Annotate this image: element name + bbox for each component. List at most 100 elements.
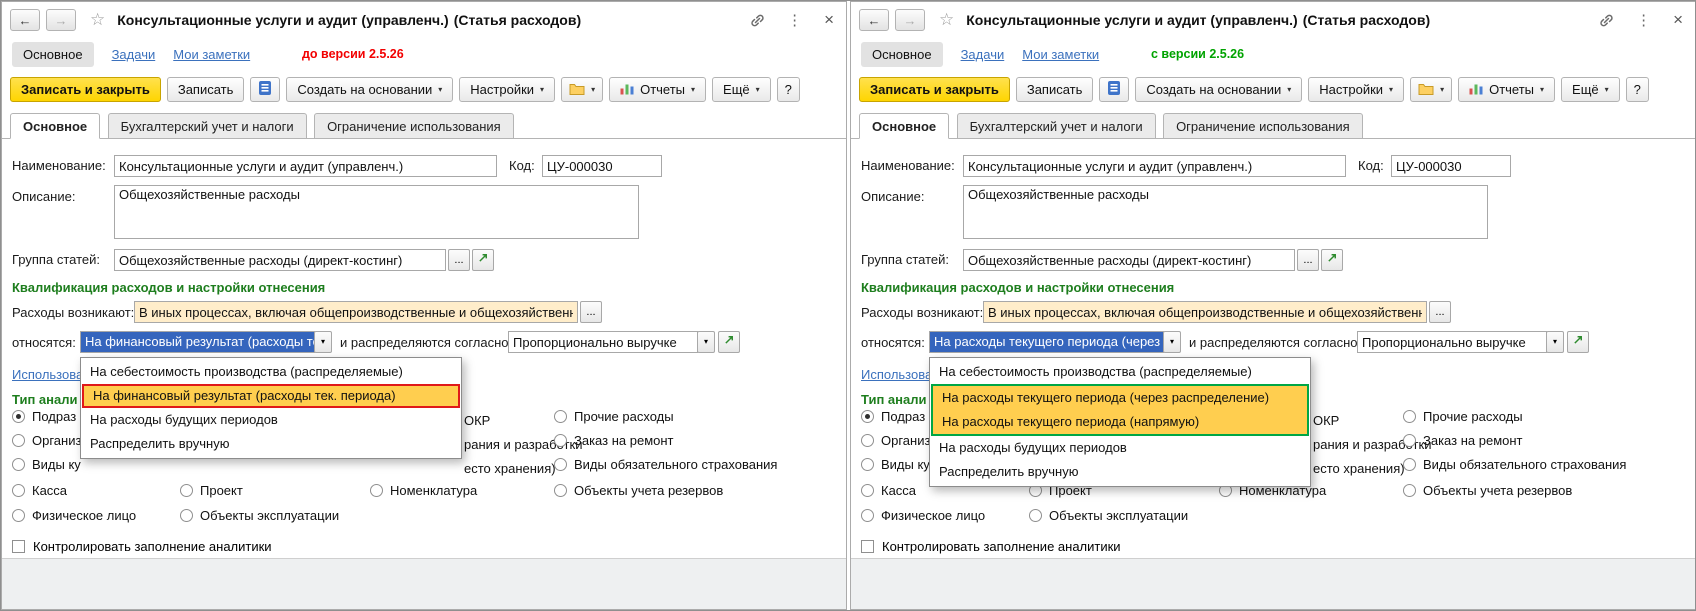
tab-accounting[interactable]: Бухгалтерский учет и налоги xyxy=(107,113,307,139)
save-close-button[interactable]: Записать и закрыть xyxy=(10,77,161,102)
radio-selected[interactable] xyxy=(861,410,874,423)
settings-button[interactable]: Настройки ▾ xyxy=(1308,77,1405,102)
dropdown-item-highlighted[interactable]: На расходы текущего периода (через распр… xyxy=(933,386,1307,410)
radio[interactable] xyxy=(12,509,25,522)
tab-restriction[interactable]: Ограничение использования xyxy=(314,113,514,139)
save-close-button[interactable]: Записать и закрыть xyxy=(859,77,1010,102)
kebab-menu-icon[interactable]: ⋮ xyxy=(787,11,802,29)
dropdown-item[interactable]: На себестоимость производства (распредел… xyxy=(81,360,461,384)
name-input[interactable] xyxy=(963,155,1346,177)
distribute-combo[interactable] xyxy=(1357,331,1547,353)
distribute-dropdown-button[interactable]: ▾ xyxy=(697,331,715,353)
group-open-button[interactable] xyxy=(1321,249,1343,271)
usage-link[interactable]: Использова xyxy=(12,367,83,382)
journal-button[interactable] xyxy=(250,77,281,102)
tab-main[interactable]: Основное xyxy=(10,113,101,139)
radio[interactable] xyxy=(861,484,874,497)
code-input[interactable] xyxy=(542,155,662,177)
more-button[interactable]: Ещё ▾ xyxy=(712,77,771,102)
save-button[interactable]: Записать xyxy=(1015,77,1094,102)
nav-main[interactable]: Основное xyxy=(12,42,94,67)
radio[interactable] xyxy=(12,484,25,497)
radio[interactable] xyxy=(1403,434,1416,447)
close-icon[interactable]: × xyxy=(824,10,834,30)
checkbox-icon[interactable] xyxy=(861,540,874,553)
relate-combo[interactable]: На расходы текущего периода (через расп xyxy=(929,331,1164,353)
radio[interactable] xyxy=(554,458,567,471)
dropdown-item-highlighted[interactable]: На финансовый результат (расходы тек. пе… xyxy=(82,384,460,408)
link-icon[interactable] xyxy=(750,13,765,28)
radio[interactable] xyxy=(12,458,25,471)
link-icon[interactable] xyxy=(1599,13,1614,28)
nav-tasks[interactable]: Задачи xyxy=(961,47,1005,62)
distribute-open-button[interactable] xyxy=(1567,331,1589,353)
distribute-dropdown-button[interactable]: ▾ xyxy=(1546,331,1564,353)
radio[interactable] xyxy=(1403,458,1416,471)
radio[interactable] xyxy=(861,509,874,522)
relate-dropdown-button[interactable]: ▾ xyxy=(314,331,332,353)
save-button[interactable]: Записать xyxy=(166,77,245,102)
files-button[interactable]: ▾ xyxy=(561,77,604,102)
occur-select-button[interactable]: ... xyxy=(1429,301,1451,323)
occur-select-button[interactable]: ... xyxy=(580,301,602,323)
dropdown-item[interactable]: Распределить вручную xyxy=(930,460,1310,484)
favorite-star-icon[interactable]: ☆ xyxy=(90,10,105,30)
radio[interactable] xyxy=(370,484,383,497)
radio[interactable] xyxy=(861,458,874,471)
kebab-menu-icon[interactable]: ⋮ xyxy=(1636,11,1651,29)
usage-link[interactable]: Использова xyxy=(861,367,932,382)
radio[interactable] xyxy=(1403,484,1416,497)
group-input[interactable] xyxy=(114,249,446,271)
dropdown-item[interactable]: На себестоимость производства (распредел… xyxy=(930,360,1310,384)
radio[interactable] xyxy=(180,484,193,497)
forward-button[interactable]: → xyxy=(46,9,76,31)
tab-restriction[interactable]: Ограничение использования xyxy=(1163,113,1363,139)
back-button[interactable]: ← xyxy=(859,9,889,31)
settings-button[interactable]: Настройки ▾ xyxy=(459,77,556,102)
name-input[interactable] xyxy=(114,155,497,177)
radio[interactable] xyxy=(12,434,25,447)
nav-notes[interactable]: Мои заметки xyxy=(1022,47,1099,62)
distribute-open-button[interactable] xyxy=(718,331,740,353)
back-button[interactable]: ← xyxy=(10,9,40,31)
distribute-combo[interactable] xyxy=(508,331,698,353)
reports-button[interactable]: Отчеты ▾ xyxy=(1458,77,1556,102)
relate-dropdown-button[interactable]: ▾ xyxy=(1163,331,1181,353)
dropdown-item[interactable]: На расходы будущих периодов xyxy=(81,408,461,432)
description-textarea[interactable]: Общехозяйственные расходы xyxy=(963,185,1488,239)
reports-button[interactable]: Отчеты ▾ xyxy=(609,77,707,102)
help-button[interactable]: ? xyxy=(1625,77,1649,102)
group-input[interactable] xyxy=(963,249,1295,271)
group-select-button[interactable]: ... xyxy=(448,249,470,271)
radio[interactable] xyxy=(1403,410,1416,423)
group-open-button[interactable] xyxy=(472,249,494,271)
control-analytics-checkbox-row[interactable]: Контролировать заполнение аналитики xyxy=(861,539,1121,554)
control-analytics-checkbox-row[interactable]: Контролировать заполнение аналитики xyxy=(12,539,272,554)
radio[interactable] xyxy=(554,484,567,497)
create-from-button[interactable]: Создать на основании ▾ xyxy=(1135,77,1303,102)
radio[interactable] xyxy=(554,434,567,447)
dropdown-item-highlighted[interactable]: На расходы текущего периода (напрямую) xyxy=(933,410,1307,434)
create-from-button[interactable]: Создать на основании ▾ xyxy=(286,77,454,102)
nav-tasks[interactable]: Задачи xyxy=(112,47,156,62)
radio[interactable] xyxy=(861,434,874,447)
occur-input[interactable] xyxy=(134,301,578,323)
relate-combo[interactable]: На финансовый результат (расходы тек. пе xyxy=(80,331,315,353)
dropdown-item[interactable]: Распределить вручную xyxy=(81,432,461,456)
close-icon[interactable]: × xyxy=(1673,10,1683,30)
description-textarea[interactable]: Общехозяйственные расходы xyxy=(114,185,639,239)
files-button[interactable]: ▾ xyxy=(1410,77,1453,102)
tab-accounting[interactable]: Бухгалтерский учет и налоги xyxy=(956,113,1156,139)
code-input[interactable] xyxy=(1391,155,1511,177)
radio[interactable] xyxy=(1029,509,1042,522)
checkbox-icon[interactable] xyxy=(12,540,25,553)
radio[interactable] xyxy=(554,410,567,423)
tab-main[interactable]: Основное xyxy=(859,113,950,139)
forward-button[interactable]: → xyxy=(895,9,925,31)
radio-selected[interactable] xyxy=(12,410,25,423)
more-button[interactable]: Ещё ▾ xyxy=(1561,77,1620,102)
nav-notes[interactable]: Мои заметки xyxy=(173,47,250,62)
favorite-star-icon[interactable]: ☆ xyxy=(939,10,954,30)
radio[interactable] xyxy=(180,509,193,522)
occur-input[interactable] xyxy=(983,301,1427,323)
